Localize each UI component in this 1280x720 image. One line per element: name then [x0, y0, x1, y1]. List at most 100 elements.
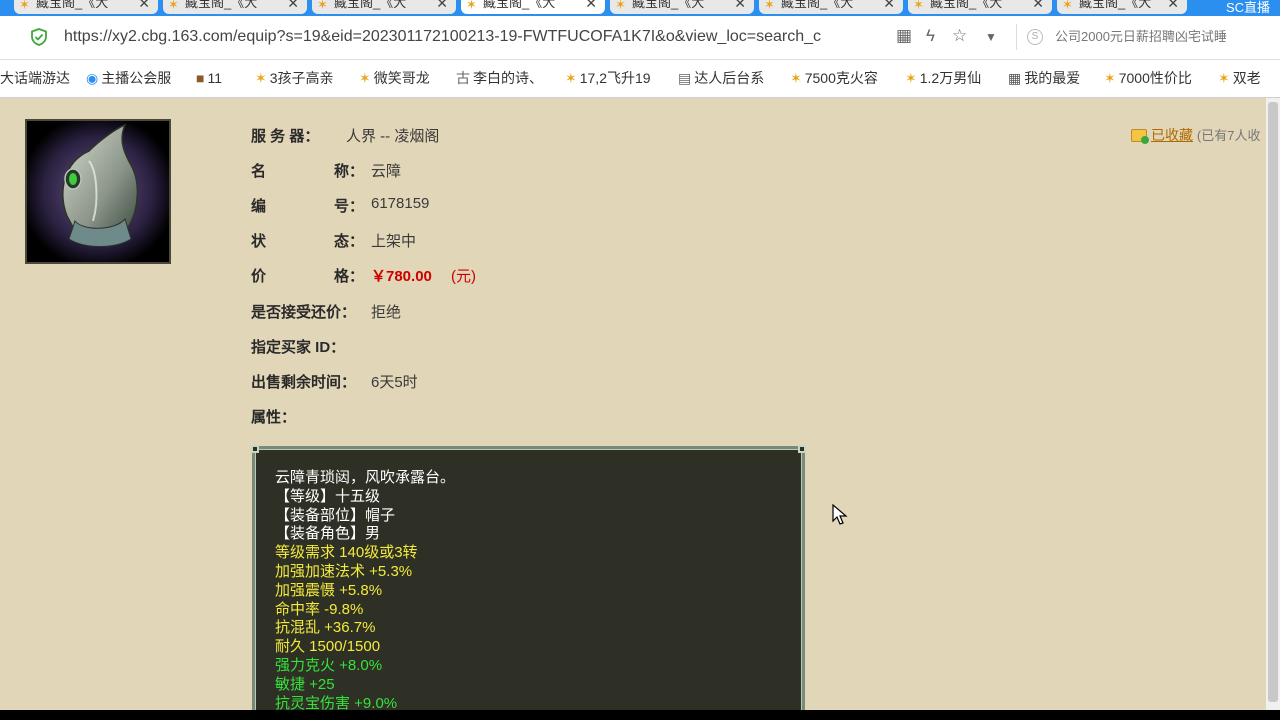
bookmark-item[interactable]: 大话端游达 — [0, 69, 70, 87]
attribute-line: 【装备部位】帽子 — [275, 506, 396, 524]
panel-corner — [251, 445, 259, 453]
search-box[interactable]: S 公司2000元日薪招聘凶宅试睡 — [1016, 24, 1276, 50]
browser-window: ✶ 藏宝阁_《大 ✕ ✶ 藏宝阁_《大 ✕ ✶ 藏宝阁_《大 ✕ ✶ 藏宝阁_《大 ✕ ✶ 藏宝阁… — [0, 0, 1280, 720]
star-icon: ✶ — [1218, 70, 1230, 86]
star-icon: ✶ — [359, 70, 371, 86]
bottom-edge — [0, 710, 1280, 720]
tab-label: 藏宝阁_《大 — [632, 0, 705, 10]
lightning-icon[interactable]: ϟ — [926, 26, 935, 46]
search-engine-icon: S — [1027, 29, 1043, 45]
tab-label: 藏宝阁_《大 — [483, 0, 556, 10]
attribute-line: 命中率 -9.8% — [275, 600, 364, 618]
dropdown-chevron-icon[interactable]: ▼ — [985, 30, 997, 44]
attribute-line: 强力克火 +8.0% — [275, 656, 383, 674]
bookmark-item[interactable]: ▤ 达人后台系 — [678, 69, 764, 87]
bookmark-item[interactable]: ▦ 我的最爱 — [1008, 69, 1080, 87]
bookmark-item[interactable]: ✶ 双老 — [1218, 69, 1261, 87]
browser-tab-active[interactable]: ✶ 藏宝阁_《大 ✕ — [461, 0, 605, 14]
id-label-suffix: 号： — [334, 198, 365, 215]
bookmark-item[interactable]: 古李白的诗、 — [456, 69, 543, 87]
favicon-star-icon: ✶ — [764, 0, 775, 12]
tab-label: 藏宝阁_《大 — [185, 0, 258, 10]
address-bar: https://xy2.cbg.163.com/equip?s=19&eid=2… — [0, 16, 1280, 60]
bookmark-item[interactable]: ✶ 7500克火容 — [790, 69, 878, 87]
search-placeholder: 公司2000元日薪招聘凶宅试睡 — [1055, 29, 1227, 44]
favicon-star-icon: ✶ — [913, 0, 924, 12]
favicon-star-icon: ✶ — [466, 0, 477, 12]
bookmark-item[interactable]: ■ 11 — [196, 69, 222, 87]
close-tab-icon[interactable]: ✕ — [734, 0, 746, 12]
attribute-line: 加强加速法术 +5.3% — [275, 562, 413, 580]
tab-label: 藏宝阁_《大 — [930, 0, 1003, 10]
bargain-value: 拒绝 — [371, 304, 402, 321]
bookmark-item[interactable]: ✶ 17,2飞升19 — [565, 69, 651, 87]
secure-shield-icon — [31, 28, 47, 46]
bookmark-item[interactable]: ✶ 3孩子高亲 — [255, 69, 334, 87]
scrollbar-thumb[interactable] — [1268, 102, 1278, 702]
grid-apps-icon[interactable]: ▦ — [896, 26, 912, 46]
browser-tab[interactable]: ✶ 藏宝阁_《大 ✕ — [759, 0, 903, 14]
browser-tab[interactable]: ✶ 藏宝阁_《大 ✕ — [163, 0, 307, 14]
attribute-line: 【装备角色】男 — [275, 525, 381, 543]
time-label: 出售剩余时间： — [251, 374, 357, 391]
url-field[interactable]: https://xy2.cbg.163.com/equip?s=19&eid=2… — [64, 28, 890, 48]
panel-corner — [798, 445, 806, 453]
close-tab-icon[interactable]: ✕ — [883, 0, 895, 12]
page-content: 服 务 器： 人界 -- 凌烟阁 名 称： 云障 编 号： 6178159 状 … — [0, 98, 1266, 710]
browser-tab[interactable]: ✶ 藏宝阁_《大 ✕ — [908, 0, 1052, 14]
star-icon: ✶ — [1104, 70, 1116, 86]
browser-tab[interactable]: ✶ 藏宝阁_《大 ✕ — [610, 0, 754, 14]
time-value: 6天5时 — [371, 374, 418, 391]
attribute-line: 云障青琐闼，风吹承露台。 — [275, 469, 456, 486]
bookmark-item[interactable]: ◉ 主播公会服 — [86, 69, 171, 87]
close-tab-icon[interactable]: ✕ — [585, 0, 597, 12]
attribute-panel: 云障青琐闼，风吹承露台。 【等级】十五级 【装备部位】帽子 【装备角色】男 等级需求 1… — [251, 445, 806, 710]
browser-tab[interactable]: ✶ 藏宝阁_《大 ✕ — [1057, 0, 1187, 14]
close-tab-icon[interactable]: ✕ — [436, 0, 448, 12]
tab-strip: ✶ 藏宝阁_《大 ✕ ✶ 藏宝阁_《大 ✕ ✶ 藏宝阁_《大 ✕ ✶ 藏宝阁_《大 ✕ ✶ 藏宝阁… — [0, 0, 1280, 16]
grid-icon: ▦ — [1008, 70, 1022, 86]
status-label-suffix: 态： — [334, 233, 365, 250]
star-icon: ✶ — [905, 70, 917, 86]
server-value: 人界 -- 凌烟阁 — [346, 128, 440, 145]
favicon-star-icon: ✶ — [19, 0, 30, 12]
browser-tab[interactable]: ✶ 藏宝阁_《大 ✕ — [312, 0, 456, 14]
price-value: ￥780.00 — [371, 268, 432, 285]
attribute-list: 云障青琐闼，风吹承露台。 【等级】十五级 【装备部位】帽子 【装备角色】男 等级需求 1… — [275, 469, 455, 710]
status-label: 状 — [251, 233, 267, 250]
id-label: 编 — [251, 198, 267, 215]
bookmark-item[interactable]: ✶ 1.2万男仙 — [905, 69, 981, 87]
price-label-suffix: 格： — [334, 268, 365, 285]
poem-icon: 古 — [456, 70, 470, 86]
star-icon: ✶ — [790, 70, 802, 86]
favorite-count: (已有7人收 — [1196, 128, 1261, 143]
game-icon: ■ — [196, 70, 205, 86]
favorite-status: 已收藏 (已有7人收 — [1131, 125, 1260, 145]
bookmark-item[interactable]: ✶ 微笑哥龙 — [359, 69, 430, 87]
favicon-star-icon: ✶ — [1062, 0, 1073, 12]
close-tab-icon[interactable]: ✕ — [1167, 0, 1179, 12]
bookmark-star-icon[interactable]: ☆ — [952, 26, 967, 46]
tab-label: 藏宝阁_《大 — [781, 0, 854, 10]
price-unit: (元) — [451, 268, 476, 285]
close-tab-icon[interactable]: ✕ — [287, 0, 299, 12]
star-icon: ✶ — [255, 70, 267, 86]
close-tab-icon[interactable]: ✕ — [1032, 0, 1044, 12]
vertical-scrollbar[interactable] — [1266, 98, 1280, 710]
attribute-line: 加强震慑 +5.8% — [275, 581, 383, 599]
attribute-line: 等级需求 140级或3转 — [275, 544, 418, 562]
attribute-line: 敏捷 +25 — [275, 675, 335, 693]
browser-tab[interactable]: ✶ 藏宝阁_《大 ✕ — [14, 0, 158, 14]
favicon-star-icon: ✶ — [615, 0, 626, 12]
server-label: 服 务 器： — [251, 128, 320, 145]
close-tab-icon[interactable]: ✕ — [138, 0, 150, 12]
favorite-link[interactable]: 已收藏 — [1151, 127, 1193, 143]
star-icon: ✶ — [565, 70, 577, 86]
bargain-label: 是否接受还价： — [251, 304, 357, 321]
favicon-star-icon: ✶ — [168, 0, 179, 12]
attribute-line: 【等级】十五级 — [275, 487, 381, 505]
buyer-label: 指定买家 ID： — [251, 339, 346, 356]
attribute-line: 抗灵宝伤害 +9.0% — [275, 694, 398, 710]
id-value: 6178159 — [371, 195, 430, 212]
bookmark-item[interactable]: ✶ 7000性价比 — [1104, 69, 1192, 87]
